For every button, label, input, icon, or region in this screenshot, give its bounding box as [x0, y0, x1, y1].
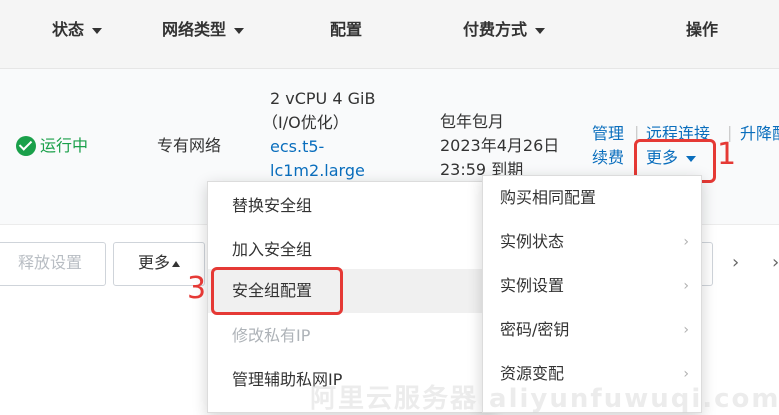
manage-link[interactable]: 管理	[592, 122, 624, 146]
submenu-item-label: 实例设置	[500, 276, 565, 295]
more-actions-label: 更多	[646, 148, 679, 167]
network-type-value: 专有网络	[157, 136, 222, 155]
header-status[interactable]: 状态	[52, 16, 103, 40]
submenu-item-label: 实例状态	[500, 232, 565, 251]
config-spec: 2 vCPU 4 GiB	[270, 89, 376, 108]
highlight-box-step3	[211, 267, 343, 315]
upgrade-downgrade-link[interactable]: 升降配	[740, 122, 779, 146]
submenu-item-instance-status[interactable]: 实例状态 ›	[483, 220, 701, 264]
menu-item-modify-private-ip[interactable]: 修改私有IP	[208, 314, 491, 358]
chevron-right-icon[interactable]: ›	[772, 252, 779, 273]
header-status-label: 状态	[52, 20, 85, 39]
payment-type: 包年包月	[440, 112, 505, 131]
chevron-right-icon: ›	[683, 234, 689, 250]
step-number-1: 1	[717, 137, 737, 172]
instance-type-link-line2[interactable]: lc1m2.large	[270, 159, 365, 183]
expire-date: 2023年4月26日	[440, 136, 560, 155]
header-network-label: 网络类型	[162, 20, 227, 39]
check-circle-icon	[16, 136, 36, 156]
menu-item-replace-security-group[interactable]: 替换安全组	[208, 184, 491, 228]
header-network-type[interactable]: 网络类型	[162, 16, 245, 40]
submenu-item-buy-same-config[interactable]: 购买相同配置	[483, 176, 701, 220]
chevron-right-icon: ›	[683, 322, 689, 338]
chevron-down-icon	[92, 27, 103, 34]
menu-item-label: 替换安全组	[232, 196, 313, 215]
menu-item-label: 修改私有IP	[232, 326, 311, 345]
more-button-label: 更多	[137, 253, 170, 272]
instance-type-link-line1[interactable]: ecs.t5-	[270, 135, 324, 159]
header-config: 配置	[330, 20, 363, 39]
submenu-item-password-key[interactable]: 密码/密钥 ›	[483, 308, 701, 352]
config-io: （I/O优化）	[262, 113, 349, 132]
chevron-down-icon	[234, 27, 245, 34]
renew-link[interactable]: 续费	[592, 146, 624, 170]
menu-item-join-security-group[interactable]: 加入安全组	[208, 228, 491, 272]
header-payment[interactable]: 付费方式	[463, 16, 546, 40]
release-settings-button[interactable]: 释放设置	[0, 242, 106, 286]
chevron-right-icon[interactable]: ›	[732, 252, 739, 273]
chevron-right-icon: ›	[683, 278, 689, 294]
menu-item-label: 加入安全组	[232, 240, 313, 259]
header-payment-label: 付费方式	[463, 20, 528, 39]
submenu-item-label: 购买相同配置	[500, 188, 597, 207]
chevron-down-icon	[535, 27, 546, 34]
chevron-down-icon	[686, 155, 697, 162]
submenu-item-label: 密码/密钥	[500, 320, 570, 339]
watermark: 阿里云服务器 aliyunfuwuqi.com	[310, 384, 779, 414]
submenu-item-instance-settings[interactable]: 实例设置 ›	[483, 264, 701, 308]
header-actions: 操作	[686, 20, 719, 39]
table-header: 状态 网络类型 配置 付费方式 操作	[0, 0, 779, 69]
chevron-up-icon	[172, 260, 180, 267]
step-number-3: 3	[187, 271, 207, 306]
more-actions-link[interactable]: 更多	[646, 146, 697, 170]
status-text: 运行中	[40, 136, 89, 155]
